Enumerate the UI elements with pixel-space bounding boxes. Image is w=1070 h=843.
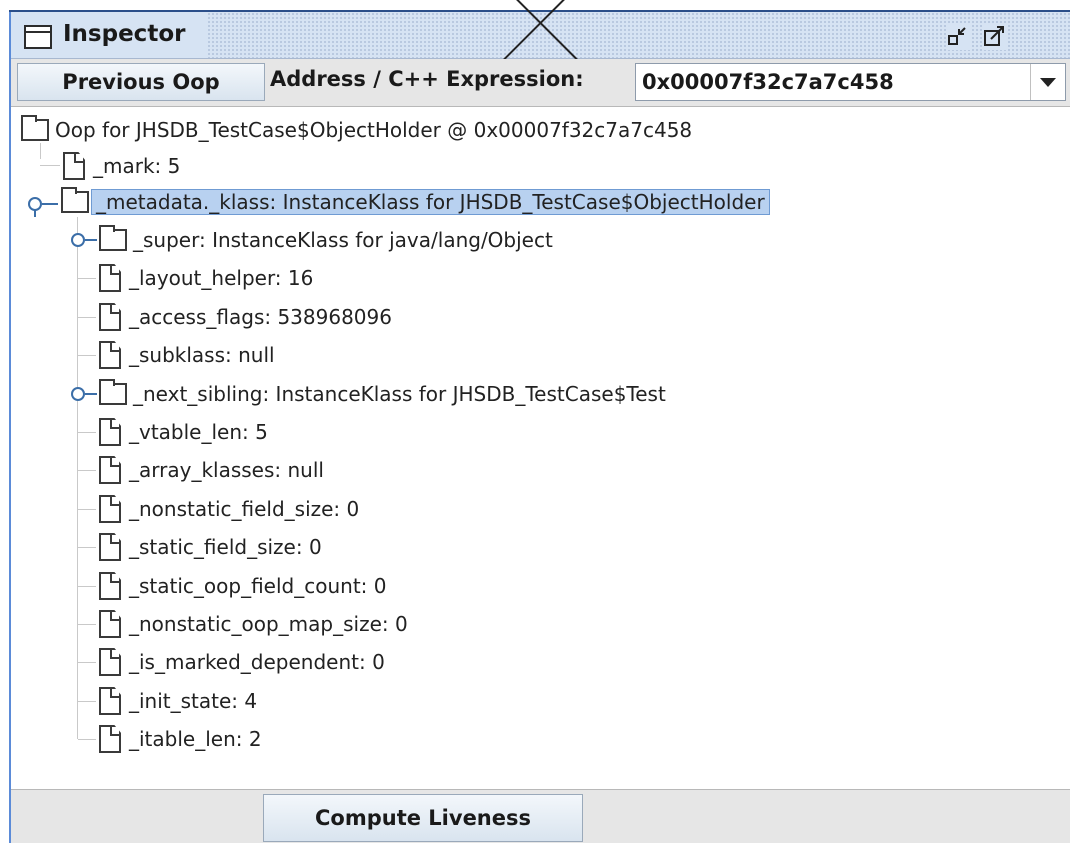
- previous-oop-button[interactable]: Previous Oop: [17, 63, 265, 101]
- address-input[interactable]: 0x00007f32c7a7c458: [642, 70, 894, 94]
- tree-item-label: _vtable_len: 5: [129, 420, 268, 444]
- address-label: Address / C++ Expression:: [270, 67, 584, 91]
- file-icon: [99, 533, 121, 561]
- tree-root[interactable]: Oop for JHSDB_TestCase$ObjectHolder @ 0x…: [21, 115, 692, 145]
- tree-item[interactable]: _next_sibling: InstanceKlass for JHSDB_T…: [99, 379, 666, 409]
- tree-item[interactable]: _static_oop_field_count: 0: [99, 571, 386, 601]
- tree-item-label: _static_oop_field_count: 0: [129, 574, 387, 598]
- folder-icon: [21, 115, 49, 141]
- tree-connector: [78, 586, 96, 587]
- tree-item-label: _static_field_size: 0: [129, 535, 322, 559]
- tree-item[interactable]: _access_flags: 538968096: [99, 302, 392, 332]
- bottom-bar: Compute Liveness: [11, 789, 1070, 843]
- tree-connector: [78, 470, 96, 471]
- expand-toggle-icon[interactable]: [71, 233, 85, 247]
- file-icon: [99, 725, 121, 753]
- object-tree[interactable]: Oop for JHSDB_TestCase$ObjectHolder @ 0x…: [11, 107, 1070, 788]
- tree-item[interactable]: _nonstatic_field_size: 0: [99, 494, 359, 524]
- tree-connector: [78, 739, 96, 740]
- tree-connector: [78, 547, 96, 548]
- tree-connector: [78, 278, 96, 279]
- tree-item-label: _metadata._klass: InstanceKlass for JHSD…: [91, 189, 770, 215]
- toggle-connector: [42, 203, 58, 205]
- tree-item-label: _array_klasses: null: [129, 458, 324, 482]
- tree-connector: [78, 432, 96, 433]
- tree-item-label: _init_state: 4: [129, 689, 258, 713]
- tree-item-label: _is_marked_dependent: 0: [129, 650, 385, 674]
- title-bar[interactable]: Inspector: [11, 12, 1070, 59]
- expand-toggle-icon[interactable]: [71, 387, 85, 401]
- file-icon: [63, 152, 85, 180]
- file-icon: [99, 418, 121, 446]
- tree-item[interactable]: _static_field_size: 0: [99, 532, 322, 562]
- file-icon: [99, 303, 121, 331]
- tree-item-label: _nonstatic_field_size: 0: [129, 497, 360, 521]
- tree-connector: [78, 662, 96, 663]
- tree-connector: [78, 355, 96, 356]
- minimize-icon[interactable]: [946, 24, 972, 50]
- tree-connector: [78, 701, 96, 702]
- file-icon: [99, 495, 121, 523]
- inspector-window: Inspector Previous Oop Address / C++ Exp…: [0, 0, 1070, 843]
- chevron-down-icon[interactable]: [1030, 64, 1065, 100]
- tree-item[interactable]: _vtable_len: 5: [99, 417, 268, 447]
- tree-connector: [40, 165, 60, 166]
- tree-connector: [40, 143, 41, 159]
- tree-item[interactable]: _array_klasses: null: [99, 455, 324, 485]
- window-icon: [24, 25, 52, 49]
- file-icon: [99, 264, 121, 292]
- tree-item-label: _super: InstanceKlass for java/lang/Obje…: [133, 228, 553, 252]
- maximize-icon[interactable]: [982, 24, 1008, 50]
- folder-icon: [99, 225, 127, 251]
- folder-icon: [61, 187, 89, 213]
- window-title: Inspector: [63, 21, 186, 47]
- tree-connector: [78, 624, 96, 625]
- address-combobox[interactable]: 0x00007f32c7a7c458: [635, 63, 1066, 101]
- toggle-stem: [34, 209, 36, 217]
- tree-connector: [77, 217, 78, 739]
- file-icon: [99, 572, 121, 600]
- tree-item[interactable]: _layout_helper: 16: [99, 263, 313, 293]
- file-icon: [99, 341, 121, 369]
- tree-item-label: _itable_len: 2: [129, 727, 262, 751]
- file-icon: [99, 610, 121, 638]
- tree-item[interactable]: _itable_len: 2: [99, 724, 262, 754]
- tree-root-label: Oop for JHSDB_TestCase$ObjectHolder @ 0x…: [55, 118, 693, 142]
- file-icon: [99, 687, 121, 715]
- tree-item[interactable]: _init_state: 4: [99, 686, 257, 716]
- toggle-connector: [85, 393, 97, 395]
- tree-item-label: _access_flags: 538968096: [129, 305, 392, 329]
- tree-item-label: _layout_helper: 16: [129, 266, 314, 290]
- tree-item-label: _nonstatic_oop_map_size: 0: [129, 612, 408, 636]
- tree-item[interactable]: _subklass: null: [99, 340, 275, 370]
- toggle-connector: [85, 239, 97, 241]
- compute-liveness-button[interactable]: Compute Liveness: [263, 794, 583, 842]
- tree-item[interactable]: _is_marked_dependent: 0: [99, 647, 385, 677]
- file-icon: [99, 456, 121, 484]
- tree-item-mark[interactable]: _mark: 5: [63, 151, 180, 181]
- tree-item-metadata[interactable]: _metadata._klass: InstanceKlass for JHSD…: [61, 187, 770, 217]
- tree-connector: [78, 509, 96, 510]
- tree-connector: [78, 317, 96, 318]
- toolbar: Previous Oop Address / C++ Expression: 0…: [11, 59, 1070, 107]
- tree-item[interactable]: _super: InstanceKlass for java/lang/Obje…: [99, 225, 553, 255]
- tree-item-label: _subklass: null: [129, 343, 275, 367]
- tree-item-label: _mark: 5: [93, 154, 181, 178]
- file-icon: [99, 648, 121, 676]
- folder-icon: [99, 379, 127, 405]
- tree-item-label: _next_sibling: InstanceKlass for JHSDB_T…: [133, 382, 666, 406]
- tree-item[interactable]: _nonstatic_oop_map_size: 0: [99, 609, 408, 639]
